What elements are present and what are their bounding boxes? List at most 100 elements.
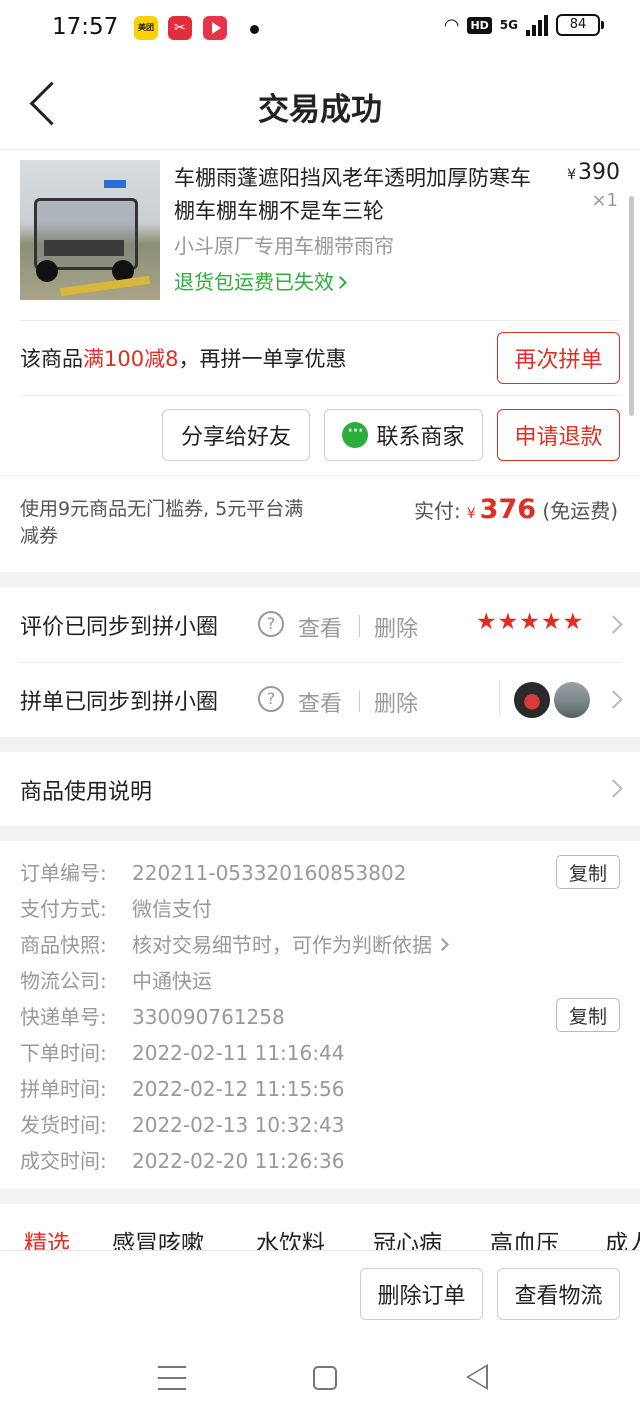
promo-suffix: ，再拼一单享优惠 (178, 347, 347, 371)
product-image[interactable] (20, 160, 160, 300)
chevron-right-icon (604, 690, 623, 709)
chat-icon (342, 422, 369, 448)
group-delete-link[interactable]: 删除 (374, 686, 418, 718)
signal-icon (526, 14, 548, 36)
detail-row-logistics-company: 物流公司: 中通快运 (20, 965, 212, 995)
group-sync-label: 拼单已同步到拼小圈 (20, 690, 219, 715)
detail-key: 发货时间: (20, 1113, 107, 1137)
tab-hypertension[interactable]: 高血压 (490, 1224, 559, 1250)
page-title: 交易成功 (258, 92, 382, 128)
product-card: 车棚雨蓬遮阳挡风老年透明加厚防寒车棚车棚车棚不是车三轮 ¥390 ×1 小斗原厂… (0, 150, 640, 475)
detail-value: 中通快运 (132, 969, 212, 993)
detail-key: 支付方式: (20, 897, 107, 921)
view-logistics-button[interactable]: 查看物流 (497, 1268, 620, 1320)
share-button[interactable]: 分享给好友 (162, 409, 310, 461)
refund-shipping-note[interactable]: 退货包运费已失效 (174, 266, 347, 295)
product-spec: 小斗原厂专用车棚带雨帘 (174, 234, 394, 258)
detail-row-order-time: 下单时间: 2022-02-11 11:16:44 (20, 1037, 344, 1067)
chevron-right-icon (604, 615, 623, 634)
contact-merchant-button[interactable]: 联系商家 (324, 409, 483, 461)
sync-section: 评价已同步到拼小圈 ? 查看 删除 ★★★★★ 拼单已同步到拼小圈 ? 查看 删… (0, 587, 640, 737)
status-icons: ◠ HD 5G 84 (443, 14, 604, 36)
paid-value: 376 (479, 494, 537, 525)
avatar-separator (499, 680, 500, 716)
divider (20, 320, 620, 321)
detail-row-tracking-number: 快递单号: 330090761258 (20, 1001, 285, 1031)
coupon-text: 使用9元商品无门槛券, 5元平台满减券 (20, 498, 304, 547)
detail-value: 2022-02-20 11:26:36 (132, 1149, 345, 1173)
bottom-action-bar: 删除订单 查看物流 (0, 1250, 640, 1340)
help-icon[interactable]: ? (258, 686, 284, 712)
status-bar: 17:57 美团 ✂ ◠ HD 5G 84 (0, 0, 640, 58)
meituan-app-icon: 美团 (134, 16, 158, 40)
home-icon[interactable] (313, 1366, 337, 1390)
tab-heart-disease[interactable]: 冠心病 (373, 1224, 442, 1250)
promo-prefix: 该商品 (20, 347, 83, 371)
detail-value: 330090761258 (132, 1005, 285, 1029)
red-app-icon: ✂ (168, 16, 192, 40)
help-icon[interactable]: ? (258, 611, 284, 637)
reorder-button[interactable]: 再次拼单 (497, 332, 620, 384)
link-separator (359, 615, 360, 637)
detail-value: 2022-02-13 10:32:43 (132, 1113, 345, 1137)
header: 交易成功 (0, 58, 640, 150)
group-sync-row[interactable]: 拼单已同步到拼小圈 ? 查看 删除 (0, 662, 640, 737)
tab-cold-cough[interactable]: 感冒咳嗽 (112, 1224, 204, 1250)
back-triangle-icon[interactable] (466, 1364, 488, 1390)
usage-instructions-row[interactable]: 商品使用说明 (0, 752, 640, 826)
refund-button[interactable]: 申请退款 (497, 409, 620, 461)
detail-key: 成交时间: (20, 1149, 107, 1173)
product-image-flag (104, 180, 126, 188)
detail-key: 快递单号: (20, 1005, 107, 1029)
detail-key: 订单编号: (20, 861, 107, 885)
detail-key: 物流公司: (20, 969, 107, 993)
delete-order-button[interactable]: 删除订单 (360, 1268, 483, 1320)
chevron-right-icon (604, 779, 623, 798)
detail-row-snapshot[interactable]: 商品快照: 核对交易细节时，可作为判断依据 (20, 929, 449, 959)
product-quantity: ×1 (591, 190, 618, 211)
price-currency: ¥ (567, 167, 576, 183)
review-delete-link[interactable]: 删除 (374, 611, 418, 643)
product-image-wheel (36, 260, 58, 282)
divider (20, 395, 620, 396)
product-title[interactable]: 车棚雨蓬遮阳挡风老年透明加厚防寒车棚车棚车棚不是车三轮 (174, 162, 544, 228)
detail-row-group-time: 拼单时间: 2022-02-12 11:15:56 (20, 1073, 344, 1103)
product-price: ¥390 (567, 160, 620, 185)
product-image-seat (44, 240, 124, 256)
review-sync-label: 评价已同步到拼小圈 (20, 615, 219, 640)
review-sync-row[interactable]: 评价已同步到拼小圈 ? 查看 删除 ★★★★★ (0, 587, 640, 662)
chevron-right-icon (334, 276, 347, 289)
review-view-link[interactable]: 查看 (298, 611, 342, 643)
promo-text: 该商品满100减8，再拼一单享优惠 (20, 343, 346, 373)
detail-value: 微信支付 (132, 897, 212, 921)
hd-badge: HD (467, 16, 492, 34)
detail-row-order-number: 订单编号: 220211-053320160853802 (20, 857, 406, 887)
paid-amount: 实付: ¥376 (免运费) (414, 494, 618, 525)
wifi-icon: ◠ (443, 14, 460, 36)
price-value: 390 (578, 160, 620, 185)
group-view-link[interactable]: 查看 (298, 686, 342, 718)
order-details: 订单编号: 220211-053320160853802 复制 支付方式: 微信支付… (0, 841, 640, 1189)
video-app-icon (203, 16, 227, 40)
category-tabs: 精选 感冒咳嗽 水饮料 冠心病 高血压 成人 (0, 1204, 640, 1250)
status-time: 17:57 (52, 14, 119, 40)
system-nav-bar (0, 1340, 640, 1422)
star-rating: ★★★★★ (476, 609, 585, 635)
notification-dot-icon (250, 25, 259, 34)
tab-featured[interactable]: 精选 (24, 1224, 70, 1250)
detail-value: 220211-053320160853802 (132, 861, 407, 885)
scrollbar[interactable] (629, 196, 634, 416)
detail-row-deal-time: 成交时间: 2022-02-20 11:26:36 (20, 1145, 344, 1175)
recent-apps-icon[interactable] (158, 1366, 186, 1392)
shipping-note: (免运费) (542, 499, 618, 523)
detail-row-ship-time: 发货时间: 2022-02-13 10:32:43 (20, 1109, 344, 1139)
detail-value: 2022-02-12 11:15:56 (132, 1077, 345, 1101)
paid-currency: ¥ (466, 506, 476, 522)
tab-drinks[interactable]: 水饮料 (256, 1224, 325, 1250)
avatar (552, 680, 592, 720)
contact-merchant-label: 联系商家 (376, 425, 465, 450)
network-label: 5G (499, 18, 518, 32)
copy-order-number-button[interactable]: 复制 (556, 855, 620, 889)
tab-adult[interactable]: 成人 (605, 1224, 640, 1250)
copy-tracking-number-button[interactable]: 复制 (556, 998, 620, 1032)
